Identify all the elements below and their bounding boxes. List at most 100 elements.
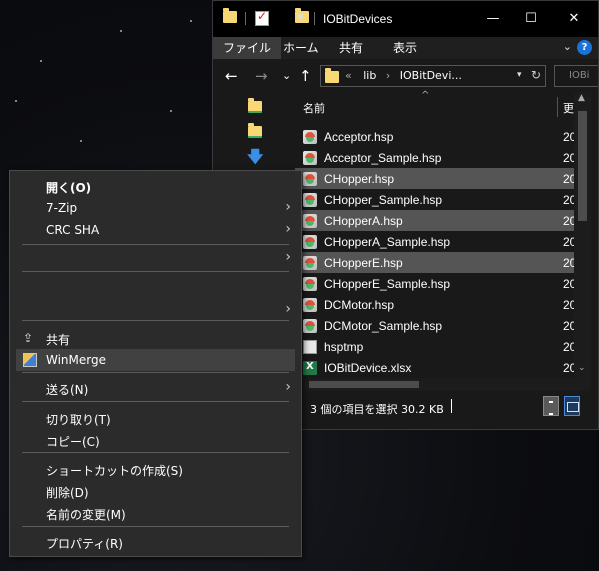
search-input[interactable]: IOBi (554, 65, 598, 87)
address-dropdown-icon[interactable]: ▾ (517, 70, 522, 80)
large-icons-view-icon[interactable] (564, 396, 580, 416)
close-button[interactable]: ✕ (559, 9, 589, 29)
hsp-file-icon (303, 256, 317, 270)
file-name: CHopper.hsp (324, 172, 395, 186)
menu-item-rename[interactable]: 名前の変更(M) (16, 502, 295, 524)
menu-item-share[interactable]: ⇪ 共有 (16, 327, 295, 349)
menu-separator (22, 452, 289, 453)
address-bar[interactable]: « lib › IOBitDevi... ▾ ↻ (320, 65, 546, 87)
menu-item-label: 7-Zip (46, 201, 78, 215)
scroll-up-icon[interactable]: ▲ (578, 93, 585, 103)
context-menu: 開く(O) 7-Zip › CRC SHA › › › ⇪ 共有 WinMerge 送る(N) › 切り… (9, 170, 302, 557)
menu-item-7zip[interactable]: 7-Zip › (16, 197, 295, 219)
column-name[interactable]: 名前 (303, 100, 325, 116)
file-row[interactable]: CHopperA_Sample.hsp 20 (295, 231, 576, 252)
forward-button[interactable]: → (255, 67, 268, 85)
minimize-button[interactable]: — (478, 9, 508, 29)
breadcrumb: « lib › IOBitDevi... (345, 69, 462, 82)
excel-file-icon (303, 361, 317, 375)
hsp-file-icon (303, 130, 317, 144)
folder-icon[interactable] (248, 98, 262, 113)
hsp-file-icon (303, 235, 317, 249)
customize-quick-access-icon[interactable]: ▼ (297, 13, 304, 23)
file-row[interactable]: CHopperE_Sample.hsp 20 (295, 273, 576, 294)
menu-item-label: 開く(O) (46, 181, 92, 195)
folder-icon (325, 68, 339, 83)
menu-separator (22, 271, 289, 272)
file-row[interactable]: IOBitDevice.xlsx20 (295, 357, 576, 378)
file-row[interactable]: CHopperE.hsp 20 (295, 252, 576, 273)
breadcrumb-overflow[interactable]: « (345, 69, 352, 82)
tab-file[interactable]: ファイル (213, 37, 282, 59)
recent-locations-icon[interactable]: ⌄ (282, 69, 291, 82)
chevron-right-icon: › (285, 379, 291, 395)
breadcrumb-lib[interactable]: lib (363, 69, 376, 82)
file-row[interactable]: Acceptor.hsp 20 (295, 126, 576, 147)
menu-item-label: ショートカットの作成(S) (46, 464, 183, 478)
file-row[interactable]: hsptmp 20 (295, 336, 576, 357)
tab-view[interactable]: 表示 (383, 37, 427, 59)
scrollbar-thumb[interactable] (309, 381, 419, 388)
file-row[interactable]: CHopper.hsp 20 (295, 168, 576, 189)
folder-icon (223, 8, 237, 23)
hsp-file-icon (303, 298, 317, 312)
share-icon: ⇪ (23, 331, 34, 345)
column-date[interactable]: 更 (563, 100, 574, 116)
menu-item-copy[interactable]: コピー(C) (16, 429, 295, 451)
hsp-file-icon (303, 172, 317, 186)
file-row[interactable]: CHopperA.hsp 20 (295, 210, 576, 231)
file-name: CHopperA.hsp (324, 214, 403, 228)
menu-item-create-shortcut[interactable]: ショートカットの作成(S) (16, 458, 295, 480)
file-row[interactable]: CHopper_Sample.hsp 20 (295, 189, 576, 210)
tab-home[interactable]: ホーム (273, 37, 329, 59)
toolbar-separator (314, 12, 315, 25)
file-name: Acceptor.hsp (324, 130, 394, 144)
menu-separator (22, 372, 289, 373)
menu-item-open[interactable]: 開く(O) (16, 175, 295, 197)
chevron-right-icon: › (285, 221, 291, 237)
menu-separator (22, 526, 289, 527)
chevron-right-icon: › (285, 301, 291, 317)
scrollbar-thumb[interactable] (578, 111, 587, 221)
menu-item-properties[interactable]: プロパティ(R) (16, 531, 295, 553)
menu-item-label: プロパティ(R) (46, 537, 123, 551)
menu-item-delete[interactable]: 削除(D) (16, 480, 295, 502)
horizontal-scrollbar[interactable] (295, 378, 591, 391)
scroll-down-icon[interactable]: ⌄ (578, 363, 586, 373)
menu-item-label: 削除(D) (46, 486, 89, 500)
status-bar: 3 個の項目を選択 30.2 KB (295, 393, 598, 429)
file-name: CHopperE_Sample.hsp (324, 277, 451, 291)
menu-item-cut[interactable]: 切り取り(T) (16, 407, 295, 429)
menu-item-crc-sha[interactable]: CRC SHA › (16, 219, 295, 241)
file-name: DCMotor.hsp (324, 298, 395, 312)
menu-item-blank-2[interactable]: › (16, 299, 295, 321)
properties-icon[interactable] (255, 9, 269, 26)
window-title: IOBitDevices (323, 12, 393, 26)
menu-item-winmerge[interactable]: WinMerge (16, 349, 295, 371)
navigation-bar: ← → ⌄ ↑ « lib › IOBitDevi... ▾ ↻ IOBi (213, 59, 598, 93)
column-header: 名前 ^ 更 (295, 90, 598, 121)
tab-share[interactable]: 共有 (329, 37, 373, 59)
refresh-icon[interactable]: ↻ (531, 68, 541, 82)
column-divider[interactable] (557, 97, 558, 117)
file-row[interactable]: Acceptor_Sample.hsp 20 (295, 147, 576, 168)
hsp-file-icon (303, 319, 317, 333)
up-button[interactable]: ↑ (299, 67, 312, 85)
details-view-icon[interactable] (543, 396, 559, 416)
chevron-right-icon[interactable]: › (386, 69, 390, 82)
folder-icon[interactable] (248, 123, 262, 138)
file-name: CHopperA_Sample.hsp (324, 235, 451, 249)
help-icon[interactable]: ? (577, 40, 592, 55)
file-row[interactable]: DCMotor_Sample.hsp 20 (295, 315, 576, 336)
menu-item-send-to[interactable]: 送る(N) › (16, 377, 295, 399)
file-name: CHopper_Sample.hsp (324, 193, 443, 207)
maximize-button[interactable]: ☐ (516, 9, 546, 29)
vertical-scrollbar[interactable]: ▲ ⌄ (574, 93, 591, 378)
back-button[interactable]: ← (225, 67, 238, 85)
text-cursor (451, 399, 452, 413)
downloads-icon[interactable]: 🡇 (247, 146, 263, 173)
menu-item-blank-1[interactable]: › (16, 247, 295, 269)
breadcrumb-current[interactable]: IOBitDevi... (400, 69, 462, 82)
expand-ribbon-icon[interactable]: ⌄ (563, 40, 572, 53)
file-row[interactable]: DCMotor.hsp 20 (295, 294, 576, 315)
